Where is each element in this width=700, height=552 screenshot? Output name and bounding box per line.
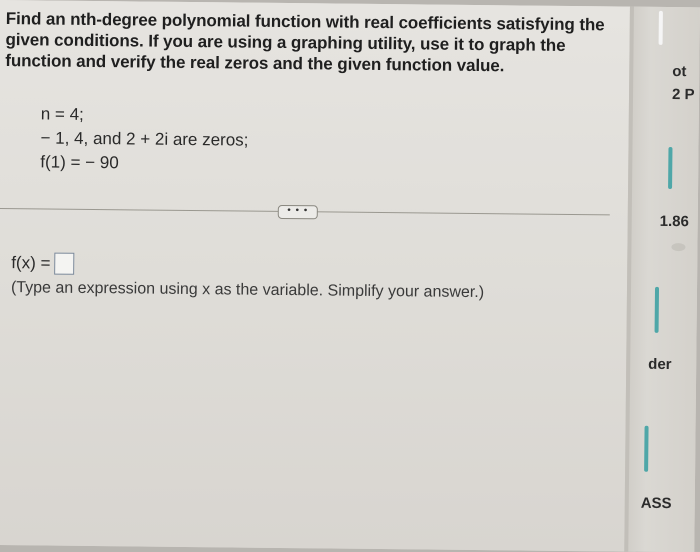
answer-row: f(x) = (11, 252, 75, 275)
sidebar-text-ot: ot (672, 63, 687, 81)
expand-more-button[interactable]: • • • (277, 204, 318, 220)
sidebar-text-der: der (648, 355, 672, 374)
question-panel: Find an nth-degree polynomial function w… (0, 0, 630, 552)
answer-hint: (Type an expression using x as the varia… (10, 279, 485, 302)
sidebar-text-ass: ASS (640, 494, 672, 513)
sidebar-text-2p: 2 P (671, 86, 695, 104)
answer-input[interactable] (54, 252, 75, 275)
sidebar-indicator-white (658, 10, 663, 45)
sidebar-score: 1.86 (659, 212, 690, 231)
condition-degree: n = 4; (40, 104, 84, 124)
answer-prefix: f(x) = (11, 253, 51, 273)
sidebar-smudge (671, 243, 686, 252)
sidebar-progress-teal-2 (654, 286, 660, 333)
screen: Find an nth-degree polynomial function w… (0, 0, 700, 552)
condition-function-value: f(1) = − 90 (40, 152, 119, 173)
given-conditions: n = 4; − 1, 4, and 2 + 2i are zeros; f(1… (40, 102, 249, 176)
question-instructions: Find an nth-degree polynomial function w… (5, 8, 606, 77)
condition-zeros: − 1, 4, and 2 + 2i are zeros; (40, 128, 249, 150)
sidebar-progress-teal-1 (668, 147, 673, 190)
sidebar-progress-teal-3 (644, 425, 649, 472)
